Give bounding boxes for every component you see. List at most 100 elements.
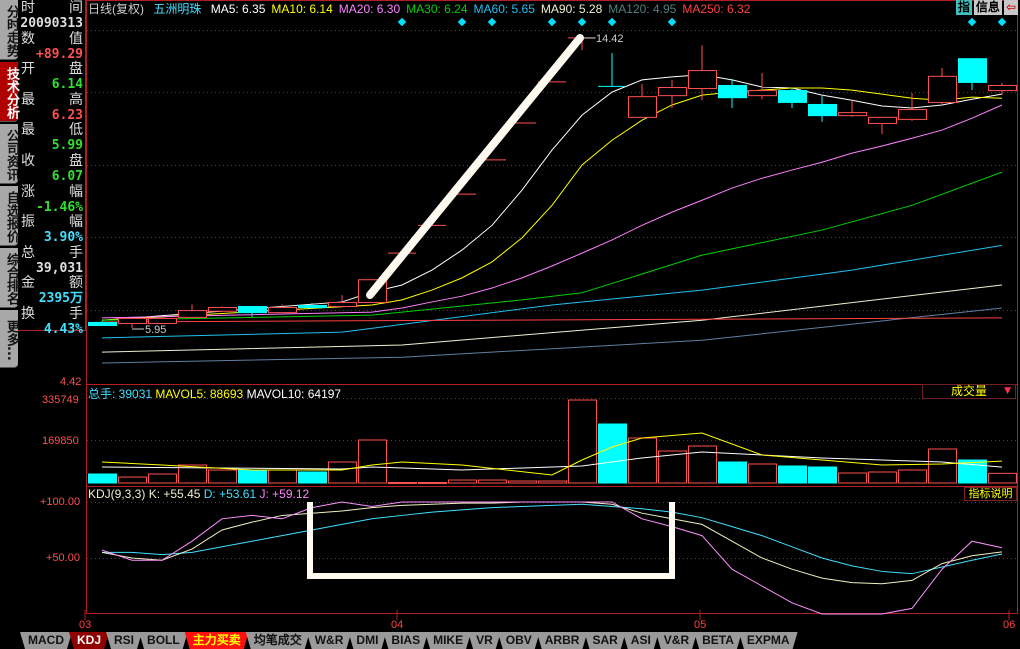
volume-axis-label-top: 335749: [42, 394, 79, 406]
volume-bar: [118, 476, 147, 484]
info-row-value: 39,031: [36, 260, 83, 276]
label-left: 开: [21, 61, 35, 78]
kdj-j-label: J: +59.12: [259, 487, 310, 501]
ma-label-2: MA20: 6.30: [338, 2, 401, 16]
info-button[interactable]: 信息: [973, 0, 1002, 15]
kdj-d-line: [102, 503, 1003, 575]
info-row-label: 金额: [21, 276, 83, 291]
indicator-tab[interactable]: RSI: [106, 632, 142, 649]
label-left: 振: [21, 214, 35, 231]
candle-up: [268, 307, 297, 314]
label-right: 手: [69, 244, 83, 261]
period-label: 日线(复权): [88, 2, 144, 16]
mavol5-line: [101, 432, 1003, 476]
stock-name: 五洲明珠: [153, 2, 202, 16]
volume-bar: [898, 469, 927, 484]
indicator-tab[interactable]: OBV: [498, 632, 540, 649]
label-right: 幅: [69, 183, 83, 200]
x-tick-label: 06: [1003, 619, 1015, 631]
indicator-tab[interactable]: ARBR: [537, 632, 588, 649]
indicator-tab[interactable]: MACD: [20, 632, 72, 649]
volume-bar: [808, 466, 837, 484]
candle-down: [958, 58, 987, 83]
volume-bar: [148, 473, 177, 484]
ma-label-3: MA30: 6.24: [406, 2, 468, 16]
ma-line-ma30: [101, 171, 1003, 321]
label-right: 间: [69, 0, 83, 16]
label-left: 最: [21, 122, 35, 139]
candle-up: [898, 109, 927, 120]
indicator-help-button[interactable]: 指标说明: [964, 487, 1017, 501]
candle-up: [688, 70, 717, 90]
ma-line-ma20: [101, 104, 1003, 319]
left-tab-4[interactable]: 综合排名: [0, 248, 19, 308]
quote-info-panel: 时间 20090313 数值 +89.29 开盘 6.14 最高 6.23 最低 5.99 收盘 6.…: [18, 0, 86, 337]
indicator-button[interactable]: 指: [955, 0, 972, 15]
indicator-tab[interactable]: MIKE: [425, 632, 471, 649]
volume-select-label: 成交量: [951, 384, 988, 398]
indicator-tab[interactable]: 主力买卖: [185, 632, 249, 649]
label-right: 额: [69, 275, 83, 292]
volume-bar: [538, 480, 567, 484]
volume-bar: [868, 471, 897, 484]
signal-diamond-icon: [967, 17, 977, 27]
indicator-tab[interactable]: ASI: [623, 632, 659, 649]
volume-axis-label-mid: 169850: [42, 435, 79, 447]
info-row-value: 4.43%: [43, 322, 83, 337]
indicator-tab[interactable]: SAR: [584, 632, 625, 649]
candle-up: [178, 310, 207, 318]
signal-diamond-icon: [667, 17, 677, 27]
exit-icon[interactable]: ⇦: [1003, 0, 1018, 15]
label-left: 换: [21, 306, 35, 322]
ma-label-4: MA60: 5.65: [473, 2, 535, 16]
volume-bar: [778, 465, 807, 484]
volume-bar: [478, 479, 507, 484]
kdj-name: KDJ(9,3,3): [88, 487, 146, 501]
left-tab-2[interactable]: 公司资讯: [0, 124, 19, 184]
left-tab-3[interactable]: 自选报价: [0, 186, 19, 246]
volume-indicator-select[interactable]: 成交量 ▼: [922, 384, 1016, 399]
high-price-label: 14.42: [596, 33, 624, 45]
label-left: 金: [21, 275, 35, 292]
info-row-label: 收盘: [21, 154, 83, 169]
indicator-tab[interactable]: DMI: [348, 632, 386, 649]
candle-up: [838, 112, 867, 117]
drawn-trend-line: [366, 34, 584, 299]
indicator-tab[interactable]: EXPMA: [739, 632, 798, 649]
left-tab-0[interactable]: 分时走势: [0, 0, 19, 60]
volume-bar: [208, 469, 237, 484]
indicator-tab[interactable]: 均笔成交: [246, 632, 310, 649]
indicator-tab[interactable]: V&R: [656, 632, 697, 649]
volume-bar: [748, 463, 777, 484]
indicator-tab[interactable]: BOLL: [139, 632, 188, 649]
indicator-tab[interactable]: BETA: [694, 632, 742, 649]
ma-label-0: MA5: 6.35: [210, 2, 266, 16]
candle-down: [298, 304, 327, 309]
label-left: 总: [21, 244, 35, 261]
top-right-buttons: 指 信息 ⇦: [955, 0, 1018, 16]
signal-diamond-icon: [997, 17, 1007, 27]
candle-up: [148, 317, 177, 324]
signal-diamond-icon: [607, 17, 617, 27]
ma-line-ma120: [101, 307, 1003, 364]
kline-chart[interactable]: 03 04 05 06 14.42 5.95: [0, 0, 1020, 649]
label-right: 值: [69, 30, 83, 47]
ma-label-5: MA90: 5.28: [540, 2, 603, 16]
info-row-value: 6.07: [51, 169, 83, 184]
volume-bar: [928, 448, 957, 484]
info-row-value: 5.99: [51, 138, 83, 154]
indicator-tab[interactable]: W&R: [307, 632, 352, 649]
mavol5-label: MAVOL5: 88693: [155, 387, 244, 401]
ma-label-7: MA250: 6.32: [682, 2, 751, 16]
label-right: 盘: [69, 61, 83, 78]
info-row-label: 最高: [21, 92, 83, 108]
indicator-tab[interactable]: BIAS: [383, 632, 428, 649]
left-tab-5[interactable]: 更多...: [0, 310, 19, 368]
mavol10-line: [101, 451, 1003, 471]
info-row-value: 20090313: [20, 16, 83, 31]
indicator-tab[interactable]: KDJ: [69, 632, 109, 649]
label-left: 时: [21, 0, 35, 16]
indicator-tab[interactable]: VR: [468, 632, 501, 649]
left-tab-1[interactable]: 技术分析: [0, 62, 19, 122]
label-right: 手: [69, 306, 83, 322]
